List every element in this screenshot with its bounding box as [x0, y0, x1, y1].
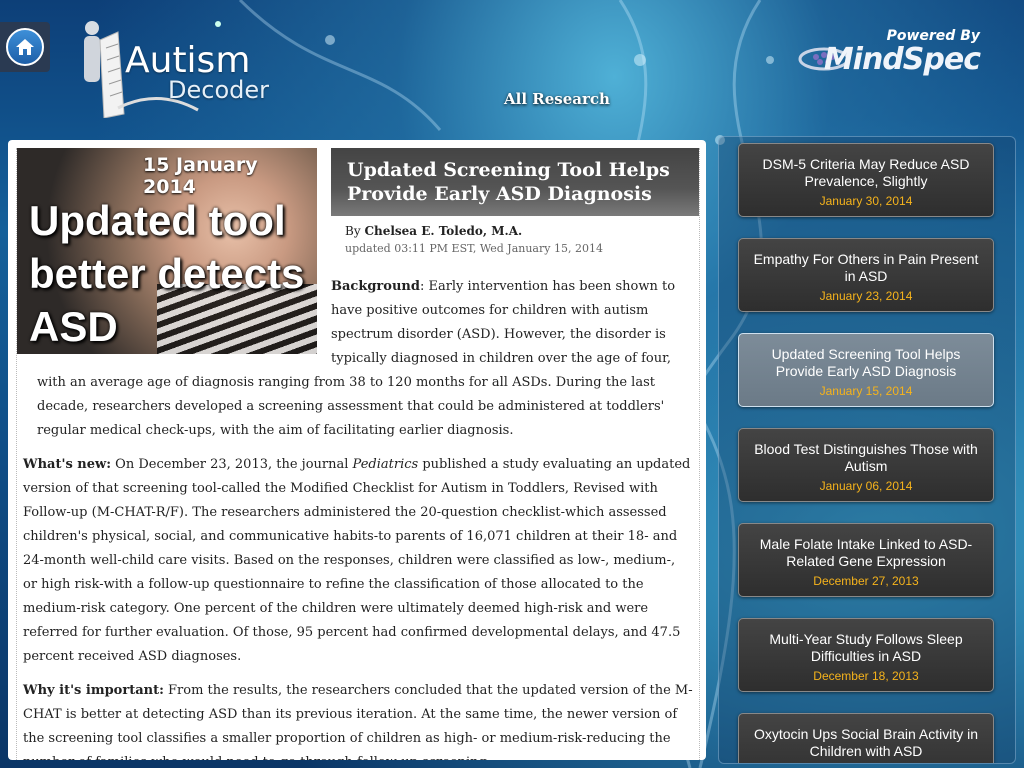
research-card-title: Empathy For Others in Pain Present in AS…: [753, 251, 979, 284]
research-card-date: January 23, 2014: [819, 289, 913, 303]
research-card[interactable]: Empathy For Others in Pain Present in AS…: [738, 238, 994, 312]
hero-headline: Updated tool better detects ASD: [29, 197, 305, 350]
research-card-date: December 27, 2013: [813, 574, 919, 588]
article-panel: 15 January 2014 Updated tool better dete…: [8, 140, 706, 760]
research-card-date: January 15, 2014: [819, 384, 913, 398]
home-button[interactable]: [0, 22, 50, 72]
paragraph-whats-new: What's new: On December 23, 2013, the jo…: [23, 453, 693, 669]
article-author: Chelsea E. Toledo, M.A.: [364, 224, 523, 238]
research-card-title: Updated Screening Tool Helps Provide Ear…: [771, 346, 961, 379]
label-whats-new: What's new:: [23, 457, 112, 472]
app-title-line1: Autism: [125, 40, 251, 81]
research-card-date: January 06, 2014: [819, 479, 913, 493]
brand-name: MindSpec: [823, 42, 981, 77]
article-content[interactable]: 15 January 2014 Updated tool better dete…: [16, 148, 700, 760]
byline-prefix: By: [345, 224, 361, 238]
research-card-title: Oxytocin Ups Social Brain Activity in Ch…: [753, 726, 979, 759]
label-why-important: Why it's important:: [23, 683, 164, 698]
research-card[interactable]: Multi-Year Study Follows Sleep Difficult…: [738, 618, 994, 692]
research-card-date: January 30, 2014: [819, 194, 913, 208]
research-list-sidebar[interactable]: DSM-5 Criteria May Reduce ASD Prevalence…: [718, 136, 1016, 764]
research-card-title: Blood Test Distinguishes Those with Auti…: [754, 441, 978, 474]
research-card-title: DSM-5 Criteria May Reduce ASD Prevalence…: [762, 156, 970, 189]
paragraph-why-important: Why it's important: From the results, th…: [23, 679, 693, 760]
text-whats-new-a: On December 23, 2013, the journal: [111, 457, 353, 472]
research-card[interactable]: Oxytocin Ups Social Brain Activity in Ch…: [738, 713, 994, 763]
research-card[interactable]: Male Folate Intake Linked to ASD-Related…: [738, 523, 994, 597]
article-title: Updated Screening Tool Helps Provide Ear…: [331, 148, 699, 216]
research-card[interactable]: Blood Test Distinguishes Those with Auti…: [738, 428, 994, 502]
article-byline: By Chelsea E. Toledo, M.A. updated 03:11…: [331, 216, 699, 255]
article-updated: updated 03:11 PM EST, Wed January 15, 20…: [345, 242, 603, 255]
research-card-date: December 18, 2013: [813, 669, 919, 683]
journal-name: Pediatrics: [352, 457, 419, 472]
research-card-selected[interactable]: Updated Screening Tool Helps Provide Ear…: [738, 333, 994, 407]
section-title: All Research: [504, 90, 610, 108]
article-hero-image: 15 January 2014 Updated tool better dete…: [17, 148, 317, 354]
app-title-line2: Decoder: [168, 76, 269, 104]
hero-date: 15 January 2014: [143, 154, 258, 198]
research-card-title: Male Folate Intake Linked to ASD-Related…: [759, 536, 973, 569]
research-card[interactable]: DSM-5 Criteria May Reduce ASD Prevalence…: [738, 143, 994, 217]
label-background: Background: [331, 279, 420, 294]
text-whats-new-b: published a study evaluating an updated …: [23, 457, 691, 664]
research-card-title: Multi-Year Study Follows Sleep Difficult…: [769, 631, 963, 664]
home-icon: [6, 28, 44, 66]
